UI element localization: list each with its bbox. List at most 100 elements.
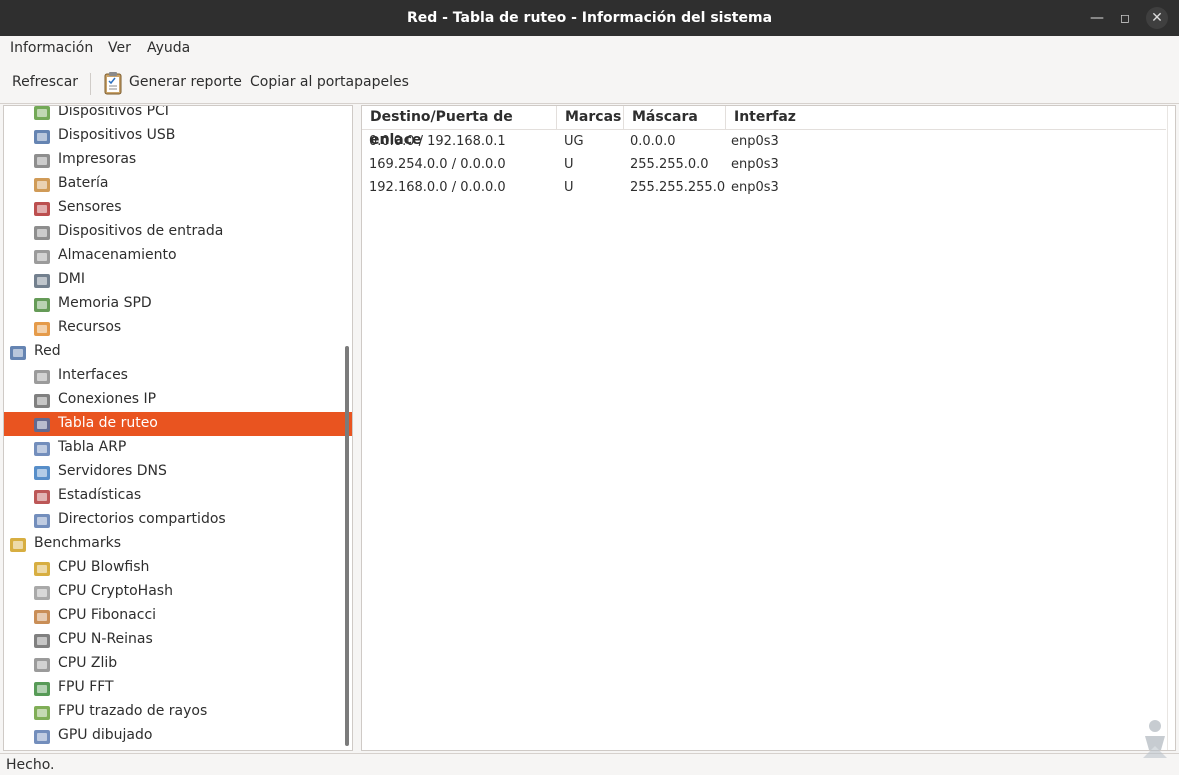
benchmark-icon [10,538,26,552]
resources-icon [34,322,50,336]
sidebar-tree[interactable]: Dispositivos PCI Dispositivos USB Impresor… [3,105,353,751]
sidebar-item[interactable]: Recursos [4,316,352,340]
copy-to-clipboard-button[interactable]: Copiar al portapapeles [250,74,409,90]
refresh-button[interactable]: Refrescar [12,74,78,90]
sidebar-item[interactable]: FPU trazado de rayos [4,700,352,724]
sidebar-item[interactable]: Sensores [4,196,352,220]
menu-ayuda[interactable]: Ayuda [147,40,190,56]
sidebar-item[interactable]: Directorios compartidos [4,508,352,532]
sidebar-item-label: GPU dibujado [58,727,153,743]
table-header: Destino/Puerta de enlace Marcas Máscara … [362,106,1166,148]
column-mask[interactable]: Máscara [624,106,726,130]
table-row[interactable]: 0.0.0.0 / 192.168.0.1 UG 0.0.0.0 enp0s3 [362,131,1166,154]
sidebar-item[interactable]: Benchmarks [4,532,352,556]
column-flags[interactable]: Marcas [557,106,624,130]
sidebar-item[interactable]: Almacenamiento [4,244,352,268]
sidebar-item[interactable]: GPU dibujado [4,724,352,748]
sidebar-item[interactable]: CPU N-Reinas [4,628,352,652]
sidebar-item-label: CPU N-Reinas [58,631,153,647]
routing-table: Destino/Puerta de enlace Marcas Máscara … [361,105,1176,751]
column-destination[interactable]: Destino/Puerta de enlace [362,106,557,148]
sidebar-item-label: FPU FFT [58,679,114,695]
sidebar-item-label: Sensores [58,199,122,215]
sidebar-item-label: Tabla ARP [58,439,127,455]
zlib-compress-icon [34,658,50,672]
sidebar-item-label: Recursos [58,319,122,335]
sidebar-scrollbar[interactable] [345,346,349,746]
table-row[interactable]: 192.168.0.0 / 0.0.0.0 U 255.255.255.0 enp0s… [362,177,1166,200]
sidebar-item[interactable]: Conexiones IP [4,388,352,412]
sidebar-item[interactable]: CPU CryptoHash [4,580,352,604]
ip-connections-icon [34,394,50,408]
table-cell: enp0s3 [731,157,779,172]
sidebar-item[interactable]: Batería [4,172,352,196]
column-interface[interactable]: Interfaz [726,106,1166,130]
shared-folder-icon [34,514,50,528]
network-interface-icon [34,370,50,384]
sidebar-item-label: Dispositivos USB [58,127,176,143]
sidebar-item[interactable]: CPU Fibonacci [4,604,352,628]
sidebar-item-label: Interfaces [58,367,128,383]
maximize-icon[interactable]: ◻ [1114,7,1136,29]
sidebar-item[interactable]: CPU Zlib [4,652,352,676]
sidebar-item[interactable]: CPU Blowfish [4,556,352,580]
menu-informacion[interactable]: Información [10,40,93,56]
table-cell: U [564,157,574,172]
sidebar-item-label: Batería [58,175,109,191]
sidebar-item-label: Conexiones IP [58,391,157,407]
computer-icon [34,274,50,288]
network-icon [10,346,26,360]
sidebar-item[interactable]: Tabla de ruteo [4,412,352,436]
routing-table-icon [34,418,50,432]
battery-icon [34,178,50,192]
sidebar-item-label: FPU trazado de rayos [58,703,208,719]
sidebar-item-label: Benchmarks [34,535,122,551]
gpu-drawing-icon [34,730,50,744]
sidebar-item[interactable]: Dispositivos USB [4,124,352,148]
sidebar-item[interactable]: Memoria SPD [4,292,352,316]
sidebar-item-label: Directorios compartidos [58,511,226,527]
content-scrollbar[interactable] [1167,106,1175,750]
sidebar-item[interactable]: Estadísticas [4,484,352,508]
minimize-icon[interactable]: — [1086,7,1108,29]
generate-report-button[interactable]: Generar reporte [129,74,242,90]
sidebar-item-label: Impresoras [58,151,137,167]
arp-table-icon [34,442,50,456]
sidebar-item-label: Red [34,343,61,359]
table-cell: U [564,180,574,195]
sidebar-item[interactable]: FPU FFT [4,676,352,700]
sidebar-item-label: CPU CryptoHash [58,583,173,599]
input-devices-icon [34,226,50,240]
sidebar-item-label: CPU Blowfish [58,559,150,575]
sidebar-item[interactable]: Red [4,340,352,364]
memory-chip-icon [34,298,50,312]
toolbar: Refrescar Generar reporte Copiar al port… [0,62,1179,104]
sidebar-item-label: CPU Zlib [58,655,118,671]
table-cell: 255.255.0.0 [630,157,709,172]
sidebar-item-label: Dispositivos PCI [58,105,169,119]
close-icon[interactable]: ✕ [1146,7,1168,29]
printer-icon [34,154,50,168]
sidebar-item[interactable]: Impresoras [4,148,352,172]
sidebar-item[interactable]: Servidores DNS [4,460,352,484]
sidebar-item[interactable]: Interfaces [4,364,352,388]
raytracing-icon [34,706,50,720]
sidebar-item[interactable]: Tabla ARP [4,436,352,460]
statistics-icon [34,490,50,504]
sidebar-item[interactable]: Dispositivos PCI [4,105,352,124]
sidebar-item[interactable]: DMI [4,268,352,292]
sidebar-item-label: Estadísticas [58,487,142,503]
sidebar-item[interactable]: Dispositivos de entrada [4,220,352,244]
cryptohash-key-icon [34,586,50,600]
table-cell: enp0s3 [731,134,779,149]
fibonacci-shell-icon [34,610,50,624]
sidebar-item-label: Tabla de ruteo [58,415,158,431]
table-cell: 0.0.0.0 [630,134,676,149]
clipboard-report-icon[interactable] [103,71,123,95]
pci-card-icon [34,106,50,120]
table-cell: enp0s3 [731,180,779,195]
menu-ver[interactable]: Ver [108,40,131,56]
table-row[interactable]: 169.254.0.0 / 0.0.0.0 U 255.255.0.0 enp0s3 [362,154,1166,177]
menu-bar: Información Ver Ayuda [0,36,1179,62]
dns-globe-icon [34,466,50,480]
